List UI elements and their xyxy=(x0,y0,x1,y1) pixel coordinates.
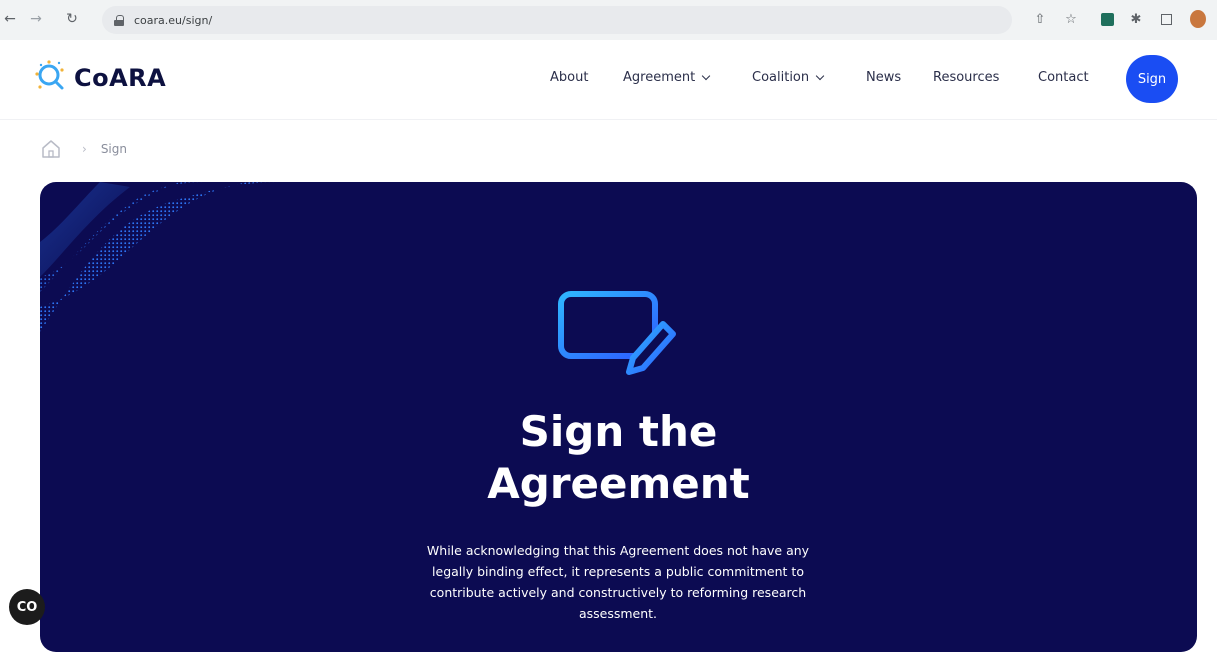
url-text: coara.eu/sign/ xyxy=(134,13,213,27)
site-logo[interactable]: CoARA xyxy=(34,60,166,96)
breadcrumb: › Sign xyxy=(40,138,127,160)
side-panel-icon[interactable] xyxy=(1158,11,1174,27)
forward-icon[interactable]: → xyxy=(26,9,46,29)
nav-resources-label: Resources xyxy=(933,70,1000,85)
nav-about[interactable]: About xyxy=(550,70,588,85)
hero-title-line2: Agreement xyxy=(487,459,750,508)
extension-icon[interactable] xyxy=(1099,11,1115,27)
address-bar[interactable]: coara.eu/sign/ xyxy=(102,6,1012,34)
reload-icon[interactable]: ↻ xyxy=(62,9,82,29)
nav-about-label: About xyxy=(550,70,589,85)
sign-button[interactable]: Sign xyxy=(1126,55,1178,103)
profile-avatar-icon[interactable] xyxy=(1190,10,1206,28)
nav-contact[interactable]: Contact xyxy=(1038,70,1089,85)
nav-coalition-label: Coalition xyxy=(752,70,810,85)
nav-coalition[interactable]: Coalition xyxy=(752,70,825,85)
breadcrumb-current: Sign xyxy=(100,142,127,156)
back-icon[interactable]: ← xyxy=(0,9,20,29)
hero-title: Sign the Agreement xyxy=(40,406,1197,510)
site-header: CoARA About Agreement Coalition News Res… xyxy=(0,40,1217,120)
nav-resources[interactable]: Resources xyxy=(933,70,999,85)
logo-magnifier-icon xyxy=(35,60,64,90)
hero-description: While acknowledging that this Agreement … xyxy=(426,543,810,621)
nav-news[interactable]: News xyxy=(866,70,901,85)
share-icon[interactable]: ⇧ xyxy=(1032,11,1048,27)
chevron-down-icon xyxy=(701,71,711,80)
breadcrumb-separator-icon: › xyxy=(82,142,87,156)
hero-banner: Sign the Agreement While acknowledging t… xyxy=(40,182,1197,652)
nav-agreement[interactable]: Agreement xyxy=(623,70,711,85)
co-badge-button[interactable]: CO xyxy=(9,589,45,625)
chevron-down-icon xyxy=(815,71,825,80)
nav-agreement-label: Agreement xyxy=(623,70,696,85)
co-badge-label: CO xyxy=(16,599,38,615)
logo-text: CoARA xyxy=(74,64,167,92)
wave-dots-decoration xyxy=(40,182,280,332)
home-icon[interactable] xyxy=(40,138,62,160)
sign-button-label: Sign xyxy=(1137,71,1167,87)
bookmark-star-icon[interactable]: ☆ xyxy=(1063,11,1079,27)
nav-contact-label: Contact xyxy=(1038,70,1089,85)
nav-news-label: News xyxy=(866,70,902,85)
hero-title-line1: Sign the xyxy=(519,407,718,456)
browser-toolbar: ← → ↻ coara.eu/sign/ ⇧ ☆ ✱ xyxy=(0,0,1217,40)
extensions-puzzle-icon[interactable]: ✱ xyxy=(1128,11,1144,27)
sign-document-icon xyxy=(558,291,676,375)
lock-icon xyxy=(114,14,124,26)
